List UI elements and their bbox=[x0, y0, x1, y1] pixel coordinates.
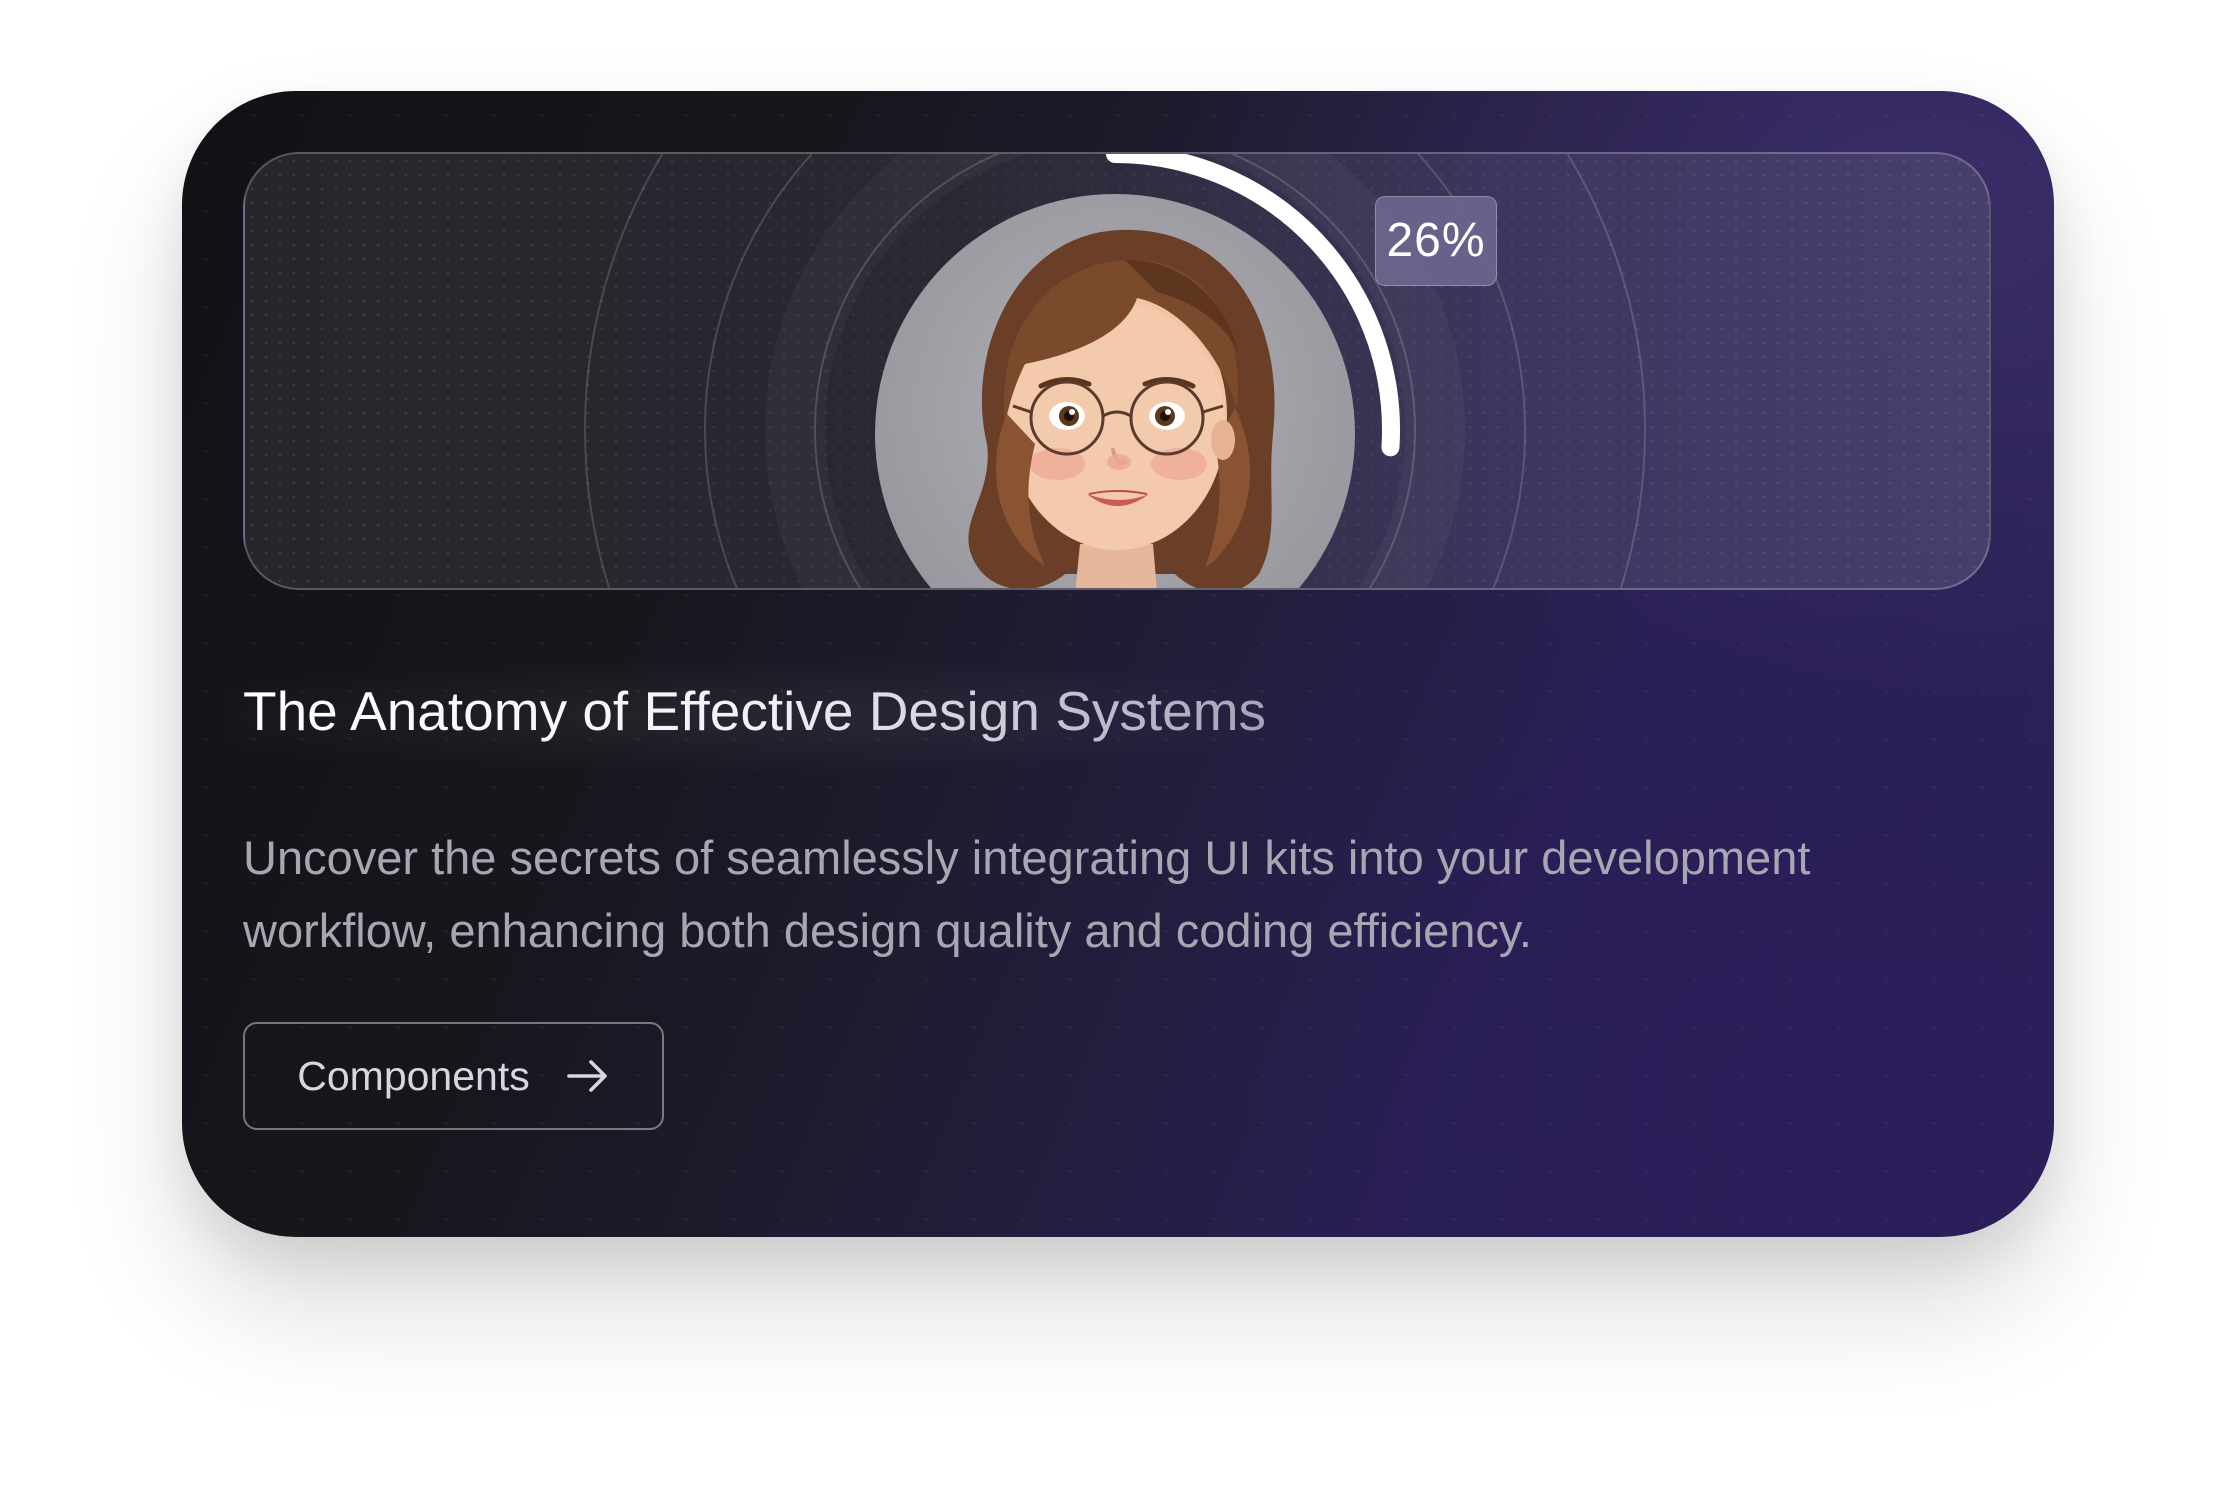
card-title: The Anatomy of Effective Design Systems bbox=[243, 676, 1266, 746]
progress-arc bbox=[1106, 154, 1400, 457]
progress-ring bbox=[1106, 154, 1400, 457]
page-background: 26% The Anatomy of Effective Design Syst… bbox=[0, 0, 2220, 1500]
arrow-right-icon bbox=[566, 1058, 610, 1094]
article-card: 26% The Anatomy of Effective Design Syst… bbox=[182, 91, 2054, 1237]
card-description: Uncover the secrets of seamlessly integr… bbox=[243, 831, 1811, 957]
hero-banner: 26% bbox=[243, 152, 1991, 590]
progress-percent-badge: 26% bbox=[1375, 196, 1497, 286]
components-button[interactable]: Components bbox=[243, 1022, 664, 1130]
components-button-label: Components bbox=[297, 1052, 530, 1099]
